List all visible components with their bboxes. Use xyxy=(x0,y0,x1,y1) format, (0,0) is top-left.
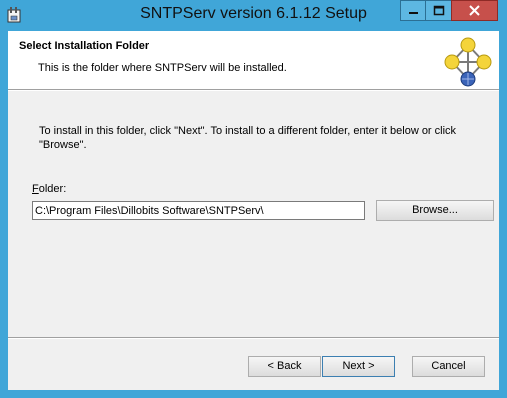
header-divider xyxy=(8,89,499,91)
cancel-button[interactable]: Cancel xyxy=(412,356,485,377)
browse-button[interactable]: Browse... xyxy=(376,200,494,221)
folder-path-input[interactable] xyxy=(32,201,365,220)
instructions-text: To install in this folder, click "Next".… xyxy=(39,125,457,151)
minimize-icon xyxy=(409,12,418,14)
network-globe-icon xyxy=(444,37,492,87)
maximize-icon xyxy=(433,5,445,16)
close-button[interactable] xyxy=(451,0,498,21)
page-subtitle: This is the folder where SNTPServ will b… xyxy=(38,62,287,74)
minimize-button[interactable] xyxy=(400,0,426,21)
close-icon xyxy=(469,5,480,16)
setup-window: SNTPServ version 6.1.12 Setup Select Ins… xyxy=(0,0,507,398)
folder-label-text: older: xyxy=(38,183,67,195)
next-button[interactable]: Next > xyxy=(322,356,395,377)
folder-label: Folder: xyxy=(32,183,66,195)
dialog-body: Select Installation Folder This is the f… xyxy=(8,31,499,390)
back-button[interactable]: < Back xyxy=(248,356,321,377)
header-banner: Select Installation Folder This is the f… xyxy=(8,31,499,89)
title-bar[interactable]: SNTPServ version 6.1.12 Setup xyxy=(0,0,507,30)
page-title: Select Installation Folder xyxy=(19,40,150,52)
maximize-button[interactable] xyxy=(425,0,452,21)
folder-label-accelerator: F xyxy=(32,183,39,195)
footer-divider xyxy=(8,337,499,339)
